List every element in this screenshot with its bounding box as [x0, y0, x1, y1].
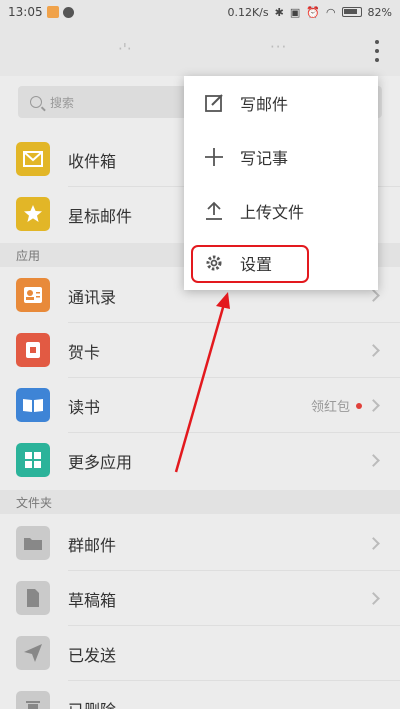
star-icon: [16, 197, 50, 231]
list-item-group-mail[interactable]: 群邮件: [0, 516, 400, 571]
book-icon: [16, 388, 50, 422]
unread-dot: [356, 402, 362, 409]
group-mail-label: 群邮件: [68, 535, 117, 555]
chevron-right-icon: [367, 454, 380, 467]
draft-icon: [16, 581, 50, 615]
qq-icon: [62, 6, 74, 18]
chevron-right-icon: [367, 344, 380, 357]
starred-label: 星标邮件: [68, 206, 133, 226]
chevron-right-icon: [367, 399, 380, 412]
chevron-right-icon: [367, 537, 380, 550]
menu-note-label: 写记事: [240, 149, 289, 168]
menu-item-compose[interactable]: 写邮件: [184, 76, 378, 130]
battery-icon: [341, 7, 362, 17]
compose-icon: [205, 94, 223, 112]
upload-icon: [206, 201, 222, 220]
list-item-reading[interactable]: 读书 领红包: [0, 378, 400, 433]
list-item-drafts[interactable]: 草稿箱: [0, 571, 400, 626]
list-item-greeting-card[interactable]: 贺卡: [0, 323, 400, 378]
more-apps-label: 更多应用: [68, 452, 133, 472]
alarm-icon: ⏰: [306, 5, 320, 19]
inbox-label: 收件箱: [68, 151, 117, 171]
section-header-folders: 文件夹: [0, 490, 400, 514]
inbox-icon: [16, 142, 50, 176]
account-title-suffix: ···: [270, 38, 288, 56]
battery-level: 82%: [367, 5, 392, 19]
search-icon: [30, 96, 42, 108]
list-item-deleted[interactable]: 已删除: [0, 681, 400, 709]
grid-icon: [16, 443, 50, 477]
status-time: 13:05: [8, 5, 43, 19]
menu-upload-label: 上传文件: [240, 203, 305, 222]
greeting-card-label: 贺卡: [68, 342, 101, 362]
highlight-box: [191, 245, 309, 283]
contacts-label: 通讯录: [68, 287, 117, 307]
menu-item-settings[interactable]: 设置: [184, 236, 378, 290]
folder-icon: [16, 526, 50, 560]
chevron-right-icon: [367, 289, 380, 302]
contacts-icon: [16, 278, 50, 312]
menu-item-upload[interactable]: 上传文件: [184, 184, 378, 238]
notification-icon: [46, 6, 59, 18]
list-item-more-apps[interactable]: 更多应用: [0, 433, 400, 488]
reading-label: 读书: [68, 397, 101, 417]
menu-compose-label: 写邮件: [240, 95, 289, 114]
wifi-icon: ◠: [325, 5, 336, 19]
card-icon: [16, 333, 50, 367]
sent-label: 已发送: [68, 645, 117, 665]
network-speed: 0.12K/s: [227, 5, 269, 19]
drafts-label: 草稿箱: [68, 590, 117, 610]
red-packet-badge: 领红包: [310, 400, 350, 415]
bluetooth-icon: ✱: [274, 5, 284, 19]
send-icon: [16, 636, 50, 670]
menu-item-note[interactable]: 写记事: [184, 130, 378, 184]
more-options-icon[interactable]: [374, 40, 380, 62]
chevron-right-icon: [367, 592, 380, 605]
overflow-menu: 写邮件 写记事 上传文件 设置: [184, 76, 378, 290]
status-bar: 13:05 0.12K/s ✱ ▣ ⏰ ◠ 82%: [0, 0, 400, 24]
search-placeholder: 搜索: [50, 95, 75, 110]
plus-icon: [205, 148, 223, 166]
account-title: ·'·: [118, 40, 132, 58]
list-item-sent[interactable]: 已发送: [0, 626, 400, 681]
vibrate-icon: ▣: [289, 5, 301, 19]
deleted-label: 已删除: [68, 697, 116, 709]
trash-icon: [16, 691, 50, 709]
header: ·'· ···: [0, 24, 400, 76]
